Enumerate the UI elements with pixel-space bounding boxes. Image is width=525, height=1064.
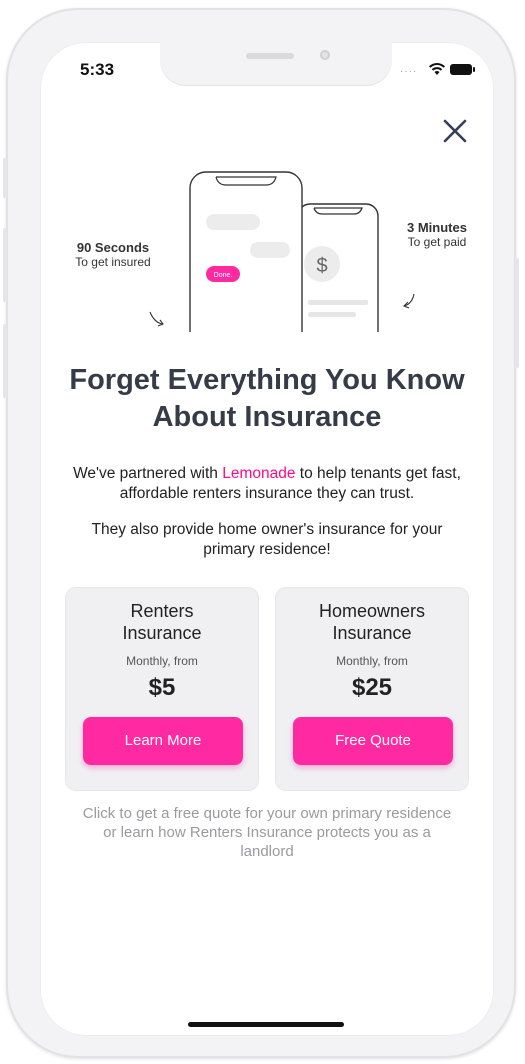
status-time: 5:33 xyxy=(80,60,115,79)
brand-link[interactable]: Lemonade xyxy=(222,465,295,482)
volume-down-button xyxy=(3,324,7,398)
learn-more-button[interactable]: Learn More xyxy=(83,717,243,765)
power-button xyxy=(515,258,519,368)
front-camera xyxy=(320,50,330,60)
phone-frame: 5:33 ···· $ Done. 90 Seconds To get insu… xyxy=(3,8,519,1058)
home-indicator[interactable] xyxy=(188,1022,344,1027)
caption-right: 3 Minutes To get paid xyxy=(407,220,467,249)
battery-icon xyxy=(450,64,475,75)
device-notch xyxy=(160,42,392,86)
status-icons: ···· xyxy=(400,62,480,78)
signal-icon: ···· xyxy=(400,66,418,77)
caption-left: 90 Seconds To get insured xyxy=(75,240,151,269)
card-price: $25 xyxy=(351,674,393,701)
card-subtitle: Monthly, from xyxy=(336,654,408,668)
close-icon[interactable] xyxy=(438,114,472,148)
app-screen: 5:33 ···· $ Done. 90 Seconds To get insu… xyxy=(40,42,494,1036)
side-button xyxy=(3,158,7,198)
card-title: Renters Insurance xyxy=(122,601,202,643)
free-quote-button[interactable]: Free Quote xyxy=(293,717,453,765)
intro-paragraph: We've partnered with Lemonade to help te… xyxy=(73,465,461,502)
speaker-grille xyxy=(246,53,294,59)
renters-insurance-card: Renters Insurance Monthly, from $5 Learn… xyxy=(66,588,258,790)
volume-up-button xyxy=(3,228,7,302)
svg-text:Done.: Done. xyxy=(214,272,233,279)
wifi-icon xyxy=(429,63,445,75)
card-price: $5 xyxy=(148,674,176,701)
homeowners-insurance-card: Homeowners Insurance Monthly, from $25 F… xyxy=(276,588,468,790)
card-title: Homeowners Insurance xyxy=(318,601,426,643)
homeowner-paragraph: They also provide home owner's insurance… xyxy=(91,521,443,558)
dollar-icon: $ xyxy=(316,255,327,277)
card-subtitle: Monthly, from xyxy=(126,654,198,668)
footnote-text: Click to get a free quote for your own p… xyxy=(82,805,452,860)
page-title: Forget Everything You Know About Insuran… xyxy=(69,364,465,433)
